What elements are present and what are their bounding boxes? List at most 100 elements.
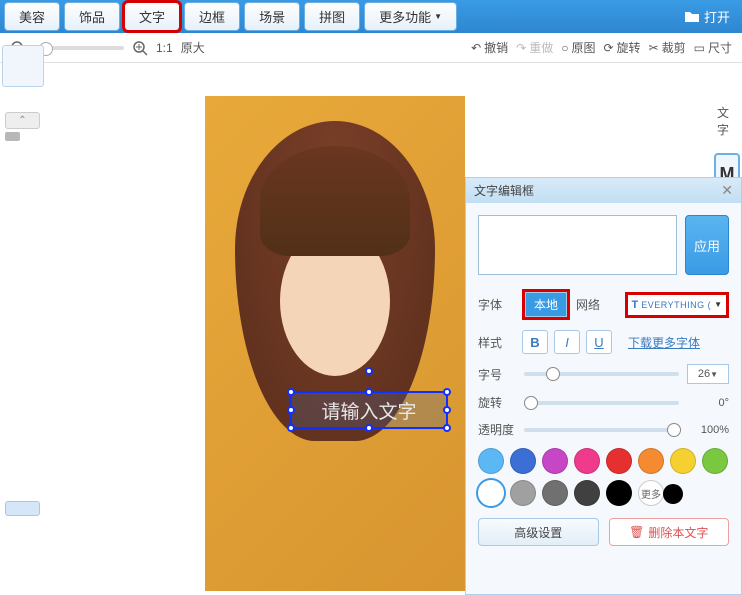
rotate-label: 旋转	[478, 394, 516, 411]
thumbnail-main[interactable]	[2, 45, 44, 87]
ruler-label: 尺寸	[708, 39, 732, 56]
close-icon[interactable]: ✕	[721, 182, 733, 199]
font-network-tab[interactable]: 网络	[576, 296, 600, 313]
panel-header: 文字编辑框 ✕	[466, 177, 741, 203]
resize-handle-tm[interactable]	[365, 388, 373, 396]
resize-handle-ml[interactable]	[287, 406, 295, 414]
font-label: 字体	[478, 296, 516, 313]
slider-thumb[interactable]	[546, 367, 560, 381]
tab-collage[interactable]: 拼图	[304, 2, 360, 31]
resize-handle-bm[interactable]	[365, 424, 373, 432]
ruler-button[interactable]: ▭尺寸	[694, 39, 732, 56]
opacity-label: 透明度	[478, 421, 516, 438]
rotate-label: 旋转	[617, 39, 641, 56]
tab-scene[interactable]: 场景	[244, 2, 300, 31]
rotate-button[interactable]: ⟳旋转	[603, 39, 640, 56]
crop-label: 裁剪	[662, 39, 686, 56]
size-value: 26	[698, 368, 710, 380]
undo-button[interactable]: ↶撤销	[471, 39, 508, 56]
redo-icon: ↷	[516, 41, 526, 55]
zoom-ratio: 1:1	[156, 41, 173, 55]
redo-label: 重做	[529, 39, 553, 56]
text-editor-panel: 文字编辑框 ✕ 应用 字体 本地 网络 T EVERYTHING ( ▼ 样式 …	[465, 177, 742, 595]
scissors-icon: ✂	[649, 41, 659, 55]
scroll-up-button[interactable]: ⌃	[5, 112, 40, 129]
color-swatch-selected[interactable]	[478, 480, 504, 506]
opacity-slider[interactable]	[524, 428, 679, 432]
image-icon: ○	[561, 41, 568, 55]
color-swatch[interactable]	[606, 480, 632, 506]
font-select-dropdown[interactable]: T EVERYTHING ( ▼	[625, 292, 730, 318]
rotate-line	[369, 375, 370, 389]
more-colors-button[interactable]: 更多	[638, 480, 664, 506]
color-swatch[interactable]	[638, 448, 664, 474]
zoom-original[interactable]: 原大	[181, 39, 205, 56]
left-sidebar: ⌃	[0, 63, 45, 593]
delete-text-button[interactable]: 🗑 删除本文字	[609, 518, 730, 546]
color-swatch[interactable]	[542, 448, 568, 474]
download-fonts-link[interactable]: 下载更多字体	[628, 334, 700, 351]
color-swatch[interactable]	[702, 448, 728, 474]
resize-handle-tr[interactable]	[443, 388, 451, 396]
rotate-handle[interactable]	[365, 367, 373, 375]
italic-button[interactable]: I	[554, 330, 580, 354]
open-label: 打开	[704, 7, 730, 26]
slider-thumb[interactable]	[667, 423, 681, 437]
photo-content	[260, 146, 410, 256]
tab-more[interactable]: 更多功能▼	[364, 2, 457, 31]
size-label: 字号	[478, 366, 516, 383]
ruler-icon: ▭	[694, 41, 705, 55]
underline-button[interactable]: U	[586, 330, 612, 354]
undo-icon: ↶	[471, 41, 481, 55]
text-icon: T	[632, 299, 639, 311]
apply-button[interactable]: 应用	[685, 215, 729, 275]
color-swatch[interactable]	[574, 480, 600, 506]
zoom-in-icon[interactable]	[132, 40, 148, 56]
tab-text[interactable]: 文字	[124, 2, 180, 31]
resize-handle-tl[interactable]	[287, 388, 295, 396]
opacity-value: 100%	[687, 424, 729, 436]
photo-canvas[interactable]	[205, 96, 465, 591]
redo-button[interactable]: ↷重做	[516, 39, 553, 56]
panel-title: 文字编辑框	[474, 182, 534, 199]
zoom-toolbar: 1:1 原大 ↶撤销 ↷重做 ○原图 ⟳旋转 ✂裁剪 ▭尺寸	[0, 33, 742, 63]
tab-beauty[interactable]: 美容	[4, 2, 60, 31]
open-button[interactable]: 打开	[684, 7, 740, 26]
rotate-value: 0°	[687, 397, 729, 409]
slider-thumb[interactable]	[524, 396, 538, 410]
chevron-down-icon: ▼	[714, 300, 722, 309]
chevron-down-icon: ▼	[434, 12, 442, 21]
tab-decoration[interactable]: 饰品	[64, 2, 120, 31]
original-image-button[interactable]: ○原图	[561, 39, 595, 56]
resize-handle-mr[interactable]	[443, 406, 451, 414]
text-input[interactable]	[478, 215, 677, 275]
thumbnail-item[interactable]	[5, 132, 20, 141]
sidebar-bottom-button[interactable]	[5, 501, 40, 516]
bold-button[interactable]: B	[522, 330, 548, 354]
color-swatch[interactable]	[510, 448, 536, 474]
trash-icon: 🗑	[629, 525, 644, 539]
tab-border[interactable]: 边框	[184, 2, 240, 31]
style-label: 样式	[478, 334, 516, 351]
size-slider[interactable]	[524, 372, 679, 376]
color-swatch[interactable]	[670, 448, 696, 474]
color-palette: 更多	[478, 448, 729, 506]
crop-button[interactable]: ✂裁剪	[649, 39, 686, 56]
resize-handle-bl[interactable]	[287, 424, 295, 432]
color-swatch[interactable]	[574, 448, 600, 474]
folder-icon	[684, 10, 700, 24]
rotate-slider[interactable]	[524, 401, 679, 405]
zoom-slider[interactable]	[34, 46, 124, 50]
font-local-tab[interactable]: 本地	[525, 292, 567, 317]
undo-label: 撤销	[484, 39, 508, 56]
right-tab-text[interactable]: 文字	[714, 99, 742, 143]
size-value-box[interactable]: 26 ▼	[687, 364, 729, 384]
color-swatch[interactable]	[542, 480, 568, 506]
color-swatch[interactable]	[478, 448, 504, 474]
resize-handle-br[interactable]	[443, 424, 451, 432]
tab-more-label: 更多功能	[379, 7, 431, 26]
advanced-settings-button[interactable]: 高级设置	[478, 518, 599, 546]
color-swatch[interactable]	[510, 480, 536, 506]
text-overlay-box[interactable]: 请输入文字	[290, 391, 448, 429]
color-swatch[interactable]	[606, 448, 632, 474]
